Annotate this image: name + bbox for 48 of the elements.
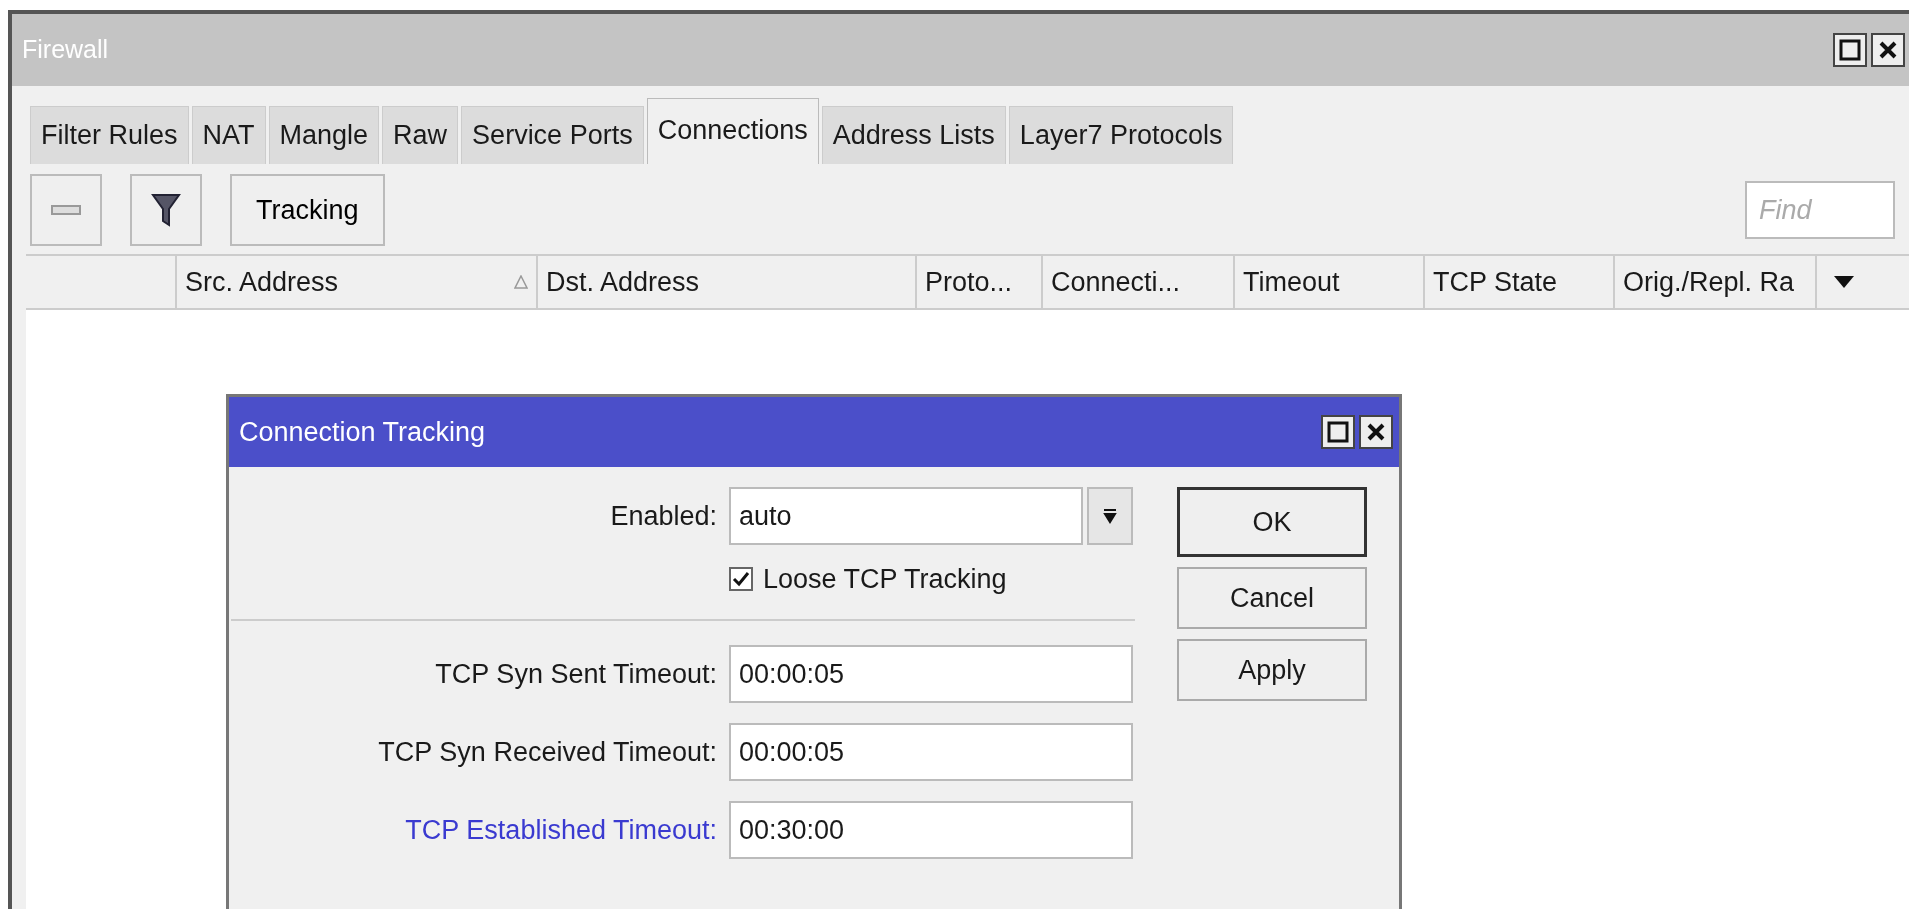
- input-field[interactable]: 00:00:05: [729, 723, 1133, 781]
- column-header[interactable]: TCP State: [1425, 256, 1615, 308]
- field-label: TCP Syn Received Timeout:: [377, 735, 717, 769]
- filter-icon: [151, 193, 181, 227]
- field-label: TCP Syn Sent Timeout:: [434, 657, 717, 691]
- window-title: Firewall: [22, 34, 109, 66]
- column-header[interactable]: Src. Address: [177, 256, 538, 308]
- checkbox-label: Loose TCP Tracking: [763, 562, 1007, 596]
- tab[interactable]: Service Ports: [461, 106, 644, 164]
- tab[interactable]: Address Lists: [821, 106, 1006, 164]
- dialog-button[interactable]: Cancel: [1177, 567, 1367, 629]
- column-header[interactable]: Orig./Repl. Ra: [1615, 256, 1817, 308]
- maximize-icon: [1839, 39, 1861, 61]
- close-button[interactable]: [1359, 415, 1393, 449]
- maximize-button[interactable]: [1321, 415, 1355, 449]
- find-field[interactable]: Find: [1745, 181, 1895, 239]
- check-icon: [732, 571, 750, 587]
- dropdown-button[interactable]: [1087, 487, 1133, 545]
- tracking-button[interactable]: Tracking: [230, 174, 385, 246]
- tab[interactable]: Raw: [382, 106, 459, 164]
- sort-icon: [514, 275, 528, 289]
- tab[interactable]: NAT: [191, 106, 266, 164]
- column-header[interactable]: Proto...: [917, 256, 1043, 308]
- close-icon: [1366, 422, 1386, 442]
- dialog-title: Connection Tracking: [239, 415, 486, 449]
- column-header[interactable]: Timeout: [1235, 256, 1425, 308]
- dialog-button[interactable]: OK: [1177, 487, 1367, 557]
- field-label: Enabled:: [609, 499, 717, 533]
- dropdown-icon: [1833, 275, 1855, 289]
- maximize-button[interactable]: [1833, 33, 1867, 67]
- tab[interactable]: Layer7 Protocols: [1008, 106, 1234, 164]
- column-header[interactable]: Dst. Address: [538, 256, 917, 308]
- input-field[interactable]: 00:30:00: [729, 801, 1133, 859]
- field-label: TCP Established Timeout:: [404, 813, 717, 847]
- minus-icon: [51, 205, 81, 215]
- column-header[interactable]: Connecti...: [1043, 256, 1235, 308]
- maximize-icon: [1327, 421, 1349, 443]
- filter-button[interactable]: [130, 174, 202, 246]
- tab[interactable]: Mangle: [268, 106, 380, 164]
- dialog-button[interactable]: Apply: [1177, 639, 1367, 701]
- close-button[interactable]: [1871, 33, 1905, 67]
- dropdown-icon: [1103, 508, 1117, 524]
- checkbox[interactable]: [729, 567, 753, 591]
- tab[interactable]: Connections: [646, 98, 819, 164]
- input-field[interactable]: 00:00:05: [729, 645, 1133, 703]
- enabled-field[interactable]: auto: [729, 487, 1083, 545]
- close-icon: [1878, 40, 1898, 60]
- tab[interactable]: Filter Rules: [30, 106, 189, 164]
